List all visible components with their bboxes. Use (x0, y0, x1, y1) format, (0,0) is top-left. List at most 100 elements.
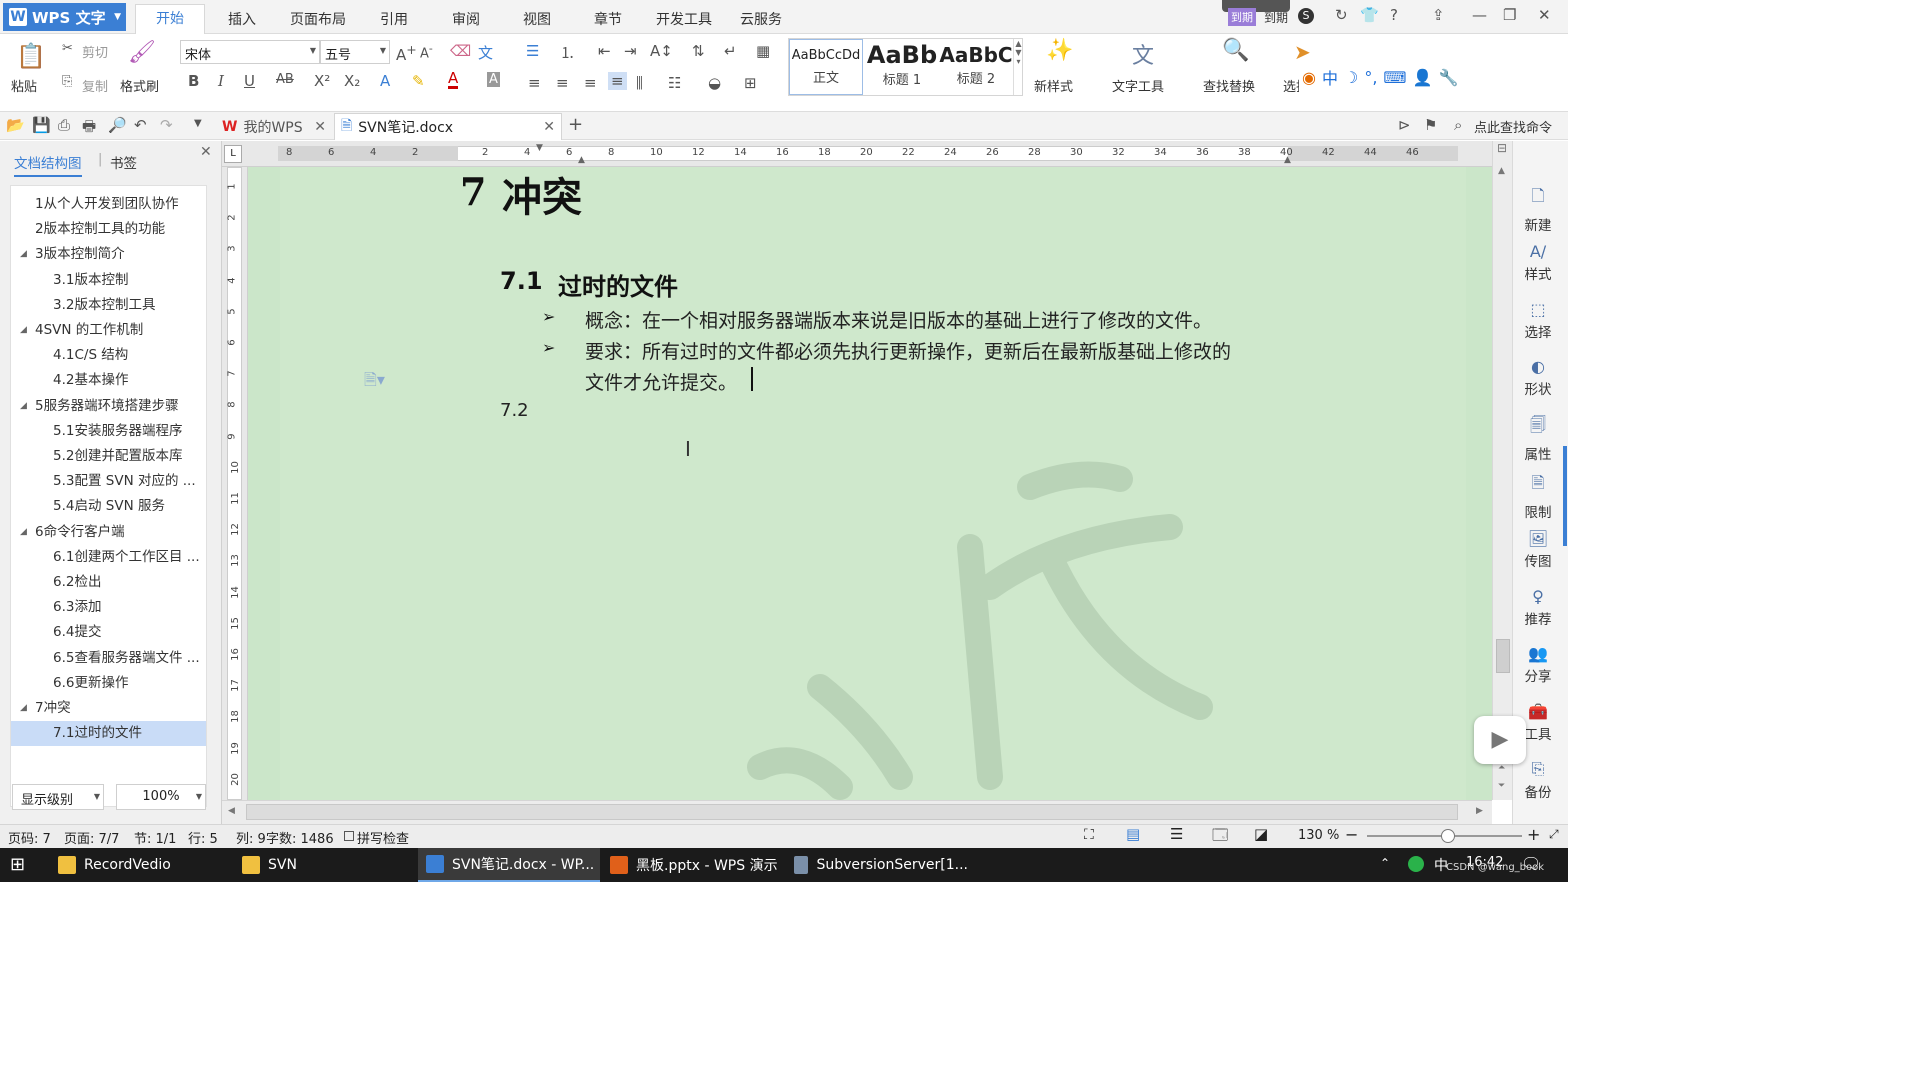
distribute-icon[interactable]: ⫼ (636, 74, 643, 92)
flag-icon[interactable]: ⚑ (1424, 116, 1437, 134)
scroll-up-icon[interactable]: ▲ (1498, 166, 1505, 176)
user-name[interactable]: 到期 (1264, 9, 1288, 26)
outline-item[interactable]: 5.4启动 SVN 服务 (11, 494, 206, 519)
menu-tab-chapter[interactable]: 章节 (594, 9, 622, 29)
floating-video-button[interactable]: ▶ (1474, 716, 1526, 764)
underline-icon[interactable]: U (244, 72, 255, 90)
status-spell-check[interactable]: 拼写检查 (357, 828, 409, 847)
bullet-text[interactable]: 概念：在一个相对服务器端版本来说是旧版本的基础上进行了修改的文件。 (585, 306, 1212, 333)
menu-tab-view[interactable]: 视图 (523, 9, 551, 29)
menu-tab-review[interactable]: 审阅 (452, 9, 480, 29)
zoom-slider-thumb[interactable] (1441, 829, 1455, 843)
outline-item[interactable]: 1从个人开发到团队协作 (11, 192, 206, 217)
outline-item[interactable]: ◢ 3版本控制简介 (11, 242, 206, 267)
status-row[interactable]: 行: 5 (188, 828, 218, 847)
outline-item[interactable]: ◢ 6命令行客户端 (11, 520, 206, 545)
strikethrough-icon[interactable]: AB (276, 72, 294, 87)
print-icon[interactable]: 🖶 (82, 116, 96, 141)
outline-item[interactable]: 7.1过时的文件 (11, 721, 206, 747)
status-page-number[interactable]: 页码: 7 (8, 828, 51, 847)
vip-badge[interactable]: 到期 (1228, 8, 1256, 26)
prev-page-icon[interactable]: ⏶ (1498, 763, 1505, 773)
phonetic-icon[interactable]: 文 (478, 42, 493, 63)
font-size-select[interactable]: 五号 ▼ (320, 40, 390, 64)
borders-icon[interactable]: ⊞ (744, 74, 757, 92)
minimize-icon[interactable]: — (1472, 6, 1487, 24)
heading1-text[interactable]: 冲突 (502, 167, 582, 223)
next-page-icon[interactable]: ⏷ (1498, 781, 1505, 791)
horizontal-ruler[interactable]: L 8 6 4 2 2 4 6 8 10 12 14 16 18 20 22 24 26 28 30 32 34 36 38… (222, 141, 1512, 167)
table-icon[interactable]: ▦ (756, 42, 770, 60)
panel-zoom-select[interactable]: 100% ▼ (116, 784, 206, 810)
tab-outline[interactable]: 文档结构图 (14, 152, 82, 177)
select-cursor-icon[interactable]: ➤ (1294, 40, 1311, 64)
text-direction-icon[interactable]: A↕ (650, 42, 673, 60)
align-left-icon[interactable]: ≡ (528, 74, 541, 92)
style-gallery-scroll[interactable]: ▲ ▼ ▾ (1013, 39, 1023, 95)
fullscreen-icon[interactable]: ⛶ (1084, 827, 1094, 843)
mode-icon[interactable]: ⊳ (1398, 116, 1411, 134)
scroll-thumb[interactable] (1496, 639, 1510, 673)
zoom-in-icon[interactable]: + (1527, 825, 1540, 844)
sidebar-restrict[interactable]: 🗎 限制 (1513, 472, 1563, 521)
taskbar-subversion[interactable]: SubversionServer[1... (786, 848, 968, 882)
justify-icon[interactable]: ≡ (608, 72, 627, 90)
outline-item[interactable]: 6.2检出 (11, 570, 206, 595)
output-pdf-icon[interactable]: ⎙ (58, 116, 70, 134)
notification-icon[interactable]: 🗨 (1521, 854, 1541, 873)
heading2-number[interactable]: 7.1 (500, 267, 543, 295)
skin-icon[interactable]: 👕 (1360, 6, 1379, 24)
menu-tab-cloud[interactable]: 云服务 (740, 9, 782, 29)
shrink-font-icon[interactable]: A- (420, 42, 433, 61)
heading2-text[interactable]: 过时的文件 (558, 267, 678, 302)
paragraph-handle-icon[interactable]: 🗎▾ (364, 369, 385, 396)
font-color-icon[interactable]: A (448, 70, 459, 89)
sidebar-property[interactable]: 🗐 属性 (1513, 414, 1563, 463)
italic-icon[interactable]: I (218, 72, 224, 90)
search-icon[interactable]: ⌕ (1454, 116, 1462, 134)
status-section[interactable]: 节: 1/1 (134, 828, 176, 847)
align-center-icon[interactable]: ≡ (556, 74, 569, 92)
menu-tab-start[interactable]: 开始 (135, 4, 205, 35)
heading2b-number[interactable]: 7.2 (500, 400, 529, 421)
increase-indent-icon[interactable]: ⇥ (624, 42, 637, 60)
expand-triangle-icon[interactable]: ◢ (20, 520, 27, 545)
open-icon[interactable]: 📂 (6, 116, 25, 134)
coin-icon[interactable]: S (1298, 8, 1314, 24)
fit-window-icon[interactable]: ⤢ (1549, 827, 1559, 842)
sidebar-backup[interactable]: ⎘ 备份 (1513, 759, 1563, 801)
style-heading2[interactable]: AaBbC 标题 2 (939, 39, 1013, 95)
restore-icon[interactable]: ❐ (1503, 6, 1516, 24)
web-view-icon[interactable]: 🗔 (1212, 825, 1228, 850)
page-view-icon[interactable]: ▤ (1126, 825, 1140, 843)
expand-triangle-icon[interactable]: ◢ (20, 394, 27, 419)
sidebar-style[interactable]: A/样式 (1513, 242, 1563, 283)
tab-my-wps[interactable]: W 我的WPS ✕ (216, 113, 332, 140)
document-page[interactable]: 谷广 7 冲突 7.1 过时的文件 ➢ 概念：在一个相对服务器端版本来说是旧版本… (280, 167, 1466, 800)
undo-icon[interactable]: ↶ (134, 116, 147, 134)
sidebar-share[interactable]: 👥 分享 (1513, 644, 1563, 685)
outline-item[interactable]: 6.6更新操作 (11, 671, 206, 696)
upload-icon[interactable]: ⇪ (1432, 6, 1445, 24)
split-icon[interactable]: ⊟ (1497, 141, 1507, 155)
format-painter-icon[interactable]: 🖌 (128, 40, 156, 65)
spell-check-checkbox[interactable] (344, 831, 354, 841)
close-icon[interactable]: ✕ (1538, 6, 1551, 24)
format-painter-button[interactable]: 格式刷 (120, 76, 159, 95)
outline-item[interactable]: 6.1创建两个工作区目 ... (11, 545, 206, 570)
expand-triangle-icon[interactable]: ◢ (20, 318, 27, 343)
text-tool-button[interactable]: 文字工具 (1112, 76, 1164, 95)
tray-app-icon[interactable] (1408, 856, 1424, 872)
hscroll-thumb[interactable] (246, 804, 1458, 820)
close-panel-icon[interactable]: ✕ (200, 144, 212, 160)
taskbar-wps-writer[interactable]: SVN笔记.docx - WP... (418, 848, 600, 882)
outline-item[interactable]: 3.1版本控制 (11, 268, 206, 293)
outline-item[interactable]: ◢ 4SVN 的工作机制 (11, 318, 206, 343)
cut-button[interactable]: 剪切 (82, 42, 108, 61)
subscript-icon[interactable]: X₂ (344, 72, 360, 90)
paste-button[interactable]: 粘贴 (11, 76, 37, 95)
clear-format-icon[interactable]: ⌫ (450, 42, 471, 60)
zoom-out-icon[interactable]: − (1345, 825, 1358, 844)
sidebar-upload-image[interactable]: 🖼 传图 (1513, 529, 1563, 570)
paste-icon[interactable]: 📋 (16, 42, 46, 70)
